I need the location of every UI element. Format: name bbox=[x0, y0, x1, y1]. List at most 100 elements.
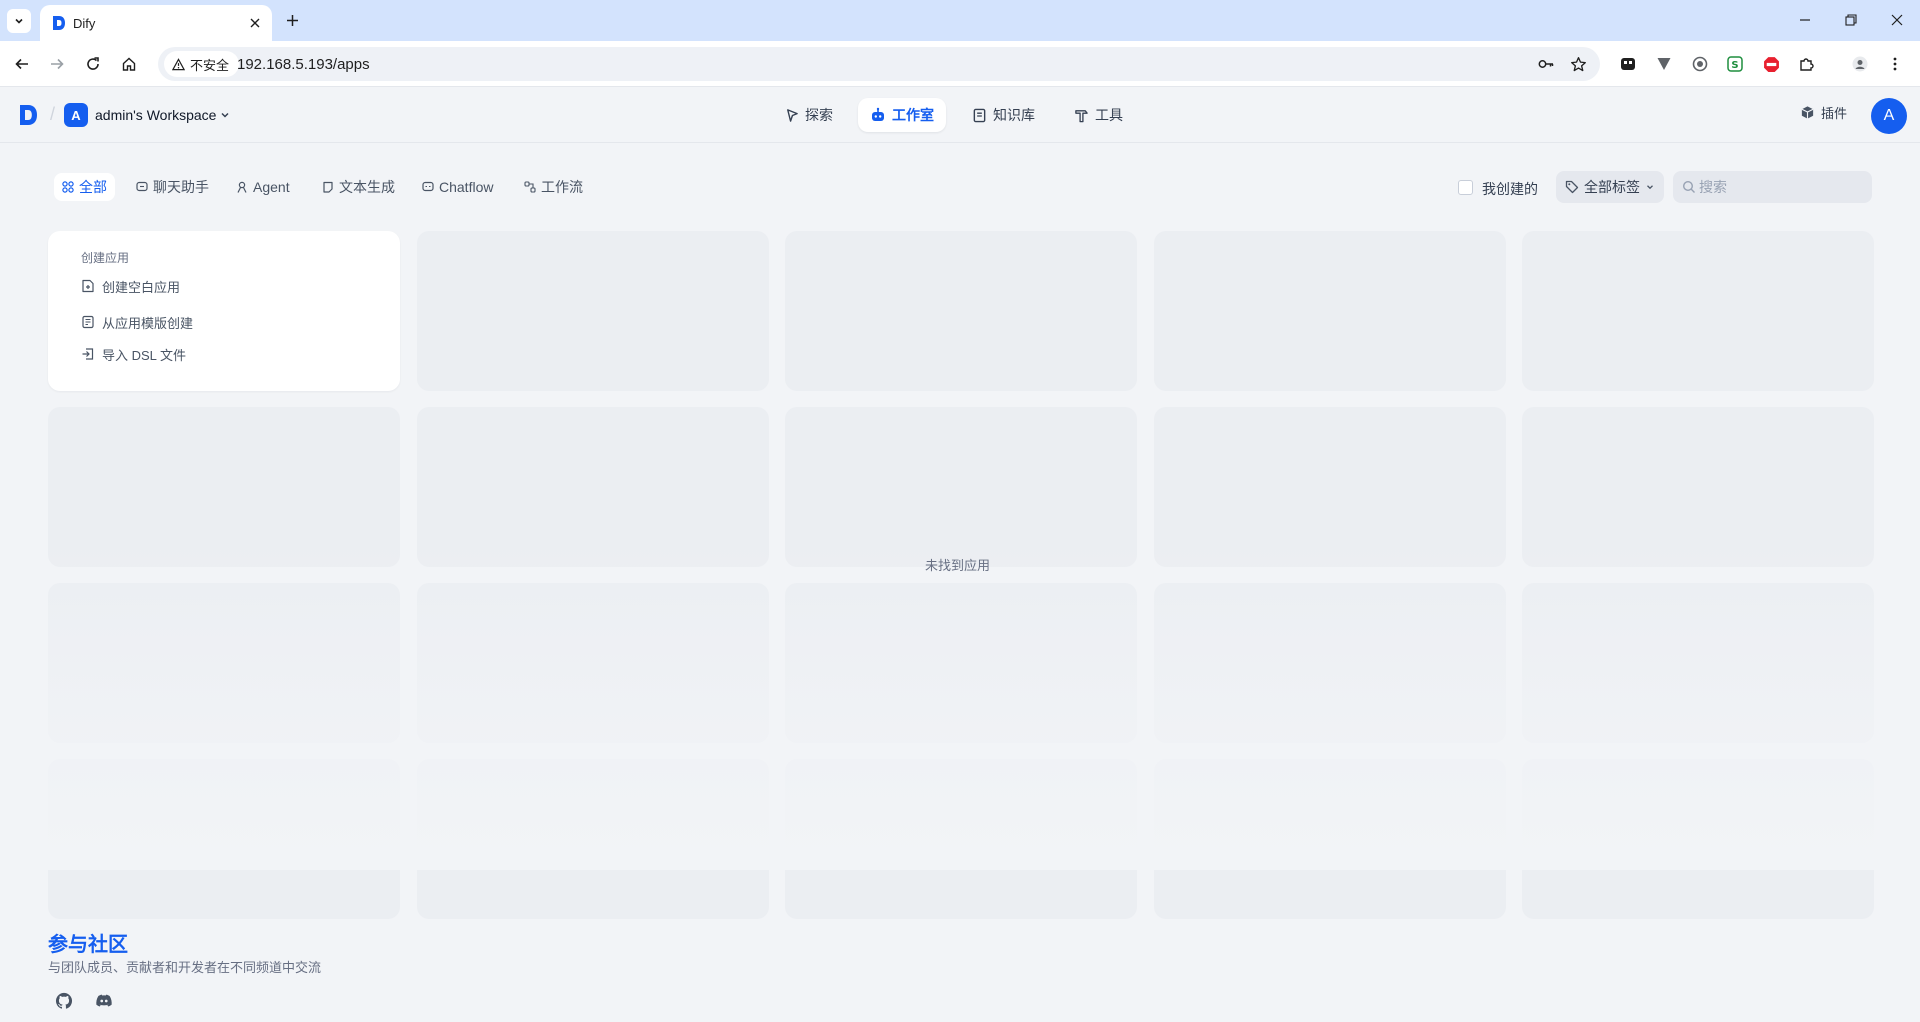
filter-tab-workflow[interactable]: 工作流 bbox=[516, 173, 591, 201]
minimize-icon bbox=[1800, 19, 1810, 21]
created-by-me-checkbox[interactable] bbox=[1458, 180, 1473, 195]
tab-close-button[interactable] bbox=[246, 14, 264, 32]
plugins-button[interactable]: 插件 bbox=[1800, 103, 1847, 122]
close-icon bbox=[250, 18, 260, 28]
filter-tab-agent[interactable]: Agent bbox=[228, 173, 298, 201]
app-card-placeholder bbox=[1522, 583, 1874, 743]
github-icon bbox=[55, 992, 73, 1009]
star-icon bbox=[1570, 56, 1586, 71]
filter-tab-text-generation[interactable]: 文本生成 bbox=[314, 173, 403, 201]
template-icon bbox=[82, 315, 94, 329]
restore-button[interactable] bbox=[1839, 8, 1863, 32]
reload-button[interactable] bbox=[80, 51, 106, 77]
discord-link[interactable] bbox=[93, 990, 115, 1012]
dify-logo-icon[interactable] bbox=[18, 104, 40, 126]
search-input[interactable] bbox=[1699, 171, 1864, 203]
v-shield-icon bbox=[1657, 58, 1671, 70]
app-card-placeholder bbox=[48, 407, 400, 567]
plus-icon bbox=[286, 14, 298, 26]
tab-search-button[interactable] bbox=[7, 9, 31, 33]
nav-tools[interactable]: 工具 bbox=[1062, 98, 1135, 132]
back-button[interactable] bbox=[9, 51, 35, 77]
tag-filter-select[interactable]: 全部标签 bbox=[1556, 171, 1664, 203]
empty-state-text: 未找到应用 bbox=[925, 558, 991, 573]
github-link[interactable] bbox=[53, 990, 75, 1012]
new-tab-button[interactable] bbox=[281, 9, 303, 31]
app-card-placeholder bbox=[48, 759, 400, 919]
create-app-title: 创建应用 bbox=[81, 251, 130, 265]
forward-button[interactable] bbox=[44, 51, 70, 77]
filter-tab-all[interactable]: 全部 bbox=[54, 173, 115, 201]
home-button[interactable] bbox=[116, 51, 142, 77]
nav-explore[interactable]: 探索 bbox=[772, 98, 845, 132]
url-text[interactable]: 192.168.5.193/apps bbox=[237, 56, 370, 73]
create-app-card: 创建应用 创建空白应用 从应用模版创建 导入 DSL 文件 bbox=[48, 231, 400, 391]
reload-icon bbox=[87, 57, 99, 70]
nav-knowledge[interactable]: 知识库 bbox=[960, 98, 1047, 132]
workspace-avatar[interactable]: A bbox=[64, 103, 88, 127]
nav-label: 知识库 bbox=[993, 107, 1035, 123]
close-window-button[interactable] bbox=[1885, 8, 1909, 32]
app-card-placeholder bbox=[417, 759, 769, 919]
nav-label: 工作室 bbox=[892, 107, 934, 123]
browser-tab[interactable]: Dify bbox=[40, 5, 272, 41]
app-card-placeholder bbox=[1154, 231, 1506, 391]
extension-button[interactable] bbox=[1617, 53, 1639, 75]
nav-studio[interactable]: 工作室 bbox=[858, 98, 946, 132]
filter-tab-chatflow[interactable]: Chatflow bbox=[414, 173, 501, 201]
workspace-switcher[interactable]: admin's Workspace bbox=[95, 107, 231, 123]
search-box bbox=[1673, 171, 1872, 203]
browser-menu-button[interactable] bbox=[1884, 53, 1906, 75]
warning-icon bbox=[172, 57, 185, 70]
create-item-label: 从应用模版创建 bbox=[102, 315, 194, 331]
chevron-down-icon bbox=[221, 112, 229, 118]
tag-filter-label: 全部标签 bbox=[1584, 179, 1640, 195]
adblock-extension-button[interactable] bbox=[1760, 53, 1782, 75]
close-icon bbox=[1891, 14, 1903, 26]
address-bar[interactable]: 不安全 192.168.5.193/apps bbox=[158, 47, 1600, 81]
app-card-placeholder bbox=[417, 407, 769, 567]
extension-button[interactable] bbox=[1689, 53, 1711, 75]
user-avatar[interactable]: A bbox=[1871, 98, 1907, 134]
app-header: / A admin's Workspace 探索 工作室 知识库 工具 插件 A bbox=[0, 88, 1920, 143]
extension-button[interactable]: S bbox=[1724, 53, 1746, 75]
extensions-menu-button[interactable] bbox=[1796, 53, 1818, 75]
key-icon bbox=[1538, 60, 1554, 68]
profile-button[interactable] bbox=[1849, 53, 1871, 75]
filter-tab-chat-assistant[interactable]: 聊天助手 bbox=[128, 173, 217, 201]
minimize-button[interactable] bbox=[1793, 8, 1817, 32]
workflow-icon bbox=[524, 181, 536, 193]
create-blank-app-button[interactable]: 创建空白应用 bbox=[81, 276, 180, 296]
bookmark-button[interactable] bbox=[1568, 54, 1588, 74]
filter-tab-label: 聊天助手 bbox=[153, 179, 209, 195]
app-card-placeholder bbox=[1154, 759, 1506, 919]
password-key-button[interactable] bbox=[1536, 54, 1556, 74]
extension-button[interactable] bbox=[1653, 53, 1675, 75]
create-from-template-button[interactable]: 从应用模版创建 bbox=[81, 312, 193, 332]
filter-tab-label: 工作流 bbox=[541, 179, 583, 195]
created-by-me-label[interactable]: 我创建的 bbox=[1482, 179, 1538, 199]
app-card-placeholder bbox=[785, 407, 1137, 567]
restore-icon bbox=[1845, 14, 1857, 26]
app-card-placeholder bbox=[48, 583, 400, 743]
site-info-chip[interactable]: 不安全 bbox=[164, 51, 240, 77]
app-card-placeholder bbox=[1154, 583, 1506, 743]
import-icon bbox=[82, 348, 94, 360]
search-icon bbox=[1682, 180, 1695, 193]
robot-icon bbox=[872, 107, 884, 121]
app-card-placeholder bbox=[785, 231, 1137, 391]
plugins-label: 插件 bbox=[1821, 106, 1848, 121]
import-dsl-button[interactable]: 导入 DSL 文件 bbox=[81, 344, 186, 364]
chevron-down-icon bbox=[15, 18, 23, 24]
app-card-placeholder bbox=[1154, 407, 1506, 567]
community-description: 与团队成员、贡献者和开发者在不同频道中交流 bbox=[48, 960, 322, 975]
discord-icon bbox=[96, 994, 112, 1007]
filter-tab-label: Agent bbox=[253, 179, 290, 195]
chat-icon bbox=[136, 181, 148, 192]
app-card-placeholder bbox=[785, 583, 1137, 743]
svg-text:S: S bbox=[1731, 60, 1738, 71]
app-card-placeholder bbox=[417, 583, 769, 743]
grid-icon bbox=[62, 181, 74, 193]
browser-toolbar: 不安全 192.168.5.193/apps S bbox=[0, 41, 1920, 87]
community-title: 参与社区 bbox=[48, 934, 128, 956]
